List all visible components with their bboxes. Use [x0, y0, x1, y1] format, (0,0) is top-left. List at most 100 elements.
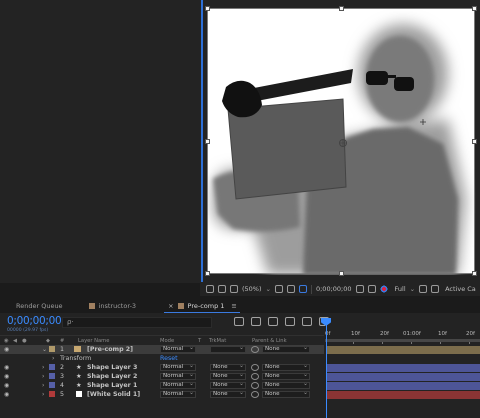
chevron-right-icon[interactable]: ⌄	[42, 346, 47, 353]
search-input[interactable]: ρ·	[62, 317, 212, 328]
eye-icon[interactable]: ◉	[4, 391, 9, 398]
chevron-right-icon[interactable]: ›	[52, 355, 55, 362]
parent-dropdown[interactable]: None	[262, 381, 310, 389]
show-snapshot-icon[interactable]	[367, 285, 376, 293]
playhead[interactable]	[326, 321, 327, 418]
layer-duration-bar[interactable]	[327, 373, 480, 381]
star-icon: ★	[76, 382, 82, 389]
viewer-timecode[interactable]: 0;00;00;00	[316, 285, 352, 293]
trkmat-dropdown[interactable]: None	[210, 372, 246, 380]
eye-icon[interactable]: ◉	[4, 382, 9, 389]
layer-duration-bar[interactable]	[327, 391, 480, 399]
layer-name[interactable]: Shape Layer 1	[87, 382, 137, 389]
transform-handle[interactable]	[339, 6, 344, 11]
transform-handle[interactable]	[205, 271, 210, 276]
layer-row[interactable]: ◉ › 4 ★ Shape Layer 1 Normal None None	[0, 381, 324, 390]
parent-spiral-icon[interactable]	[251, 346, 259, 353]
mode-dropdown[interactable]: Normal	[160, 381, 196, 389]
layer-duration-bar[interactable]	[327, 382, 480, 390]
transform-handle[interactable]	[472, 6, 477, 11]
layer-number: 5	[60, 391, 65, 398]
draft-3d-icon[interactable]	[251, 317, 261, 326]
transform-handle[interactable]	[472, 271, 477, 276]
transform-handle[interactable]	[339, 271, 344, 276]
comp-flowchart-icon[interactable]	[234, 317, 244, 326]
label-color[interactable]	[49, 364, 55, 370]
transparency-grid-icon[interactable]	[431, 285, 440, 293]
ruler-tick-label: 10f	[438, 331, 447, 337]
fast-previews-icon[interactable]	[419, 285, 428, 293]
ruler-tick-label: 20f	[466, 331, 475, 337]
mode-dropdown[interactable]: Normal	[160, 345, 196, 353]
parent-spiral-icon[interactable]	[251, 373, 259, 380]
label-color[interactable]	[49, 391, 55, 397]
mode-dropdown[interactable]: Normal	[160, 390, 196, 398]
layer-name[interactable]: Shape Layer 3	[87, 364, 137, 371]
parent-dropdown[interactable]: None	[262, 372, 310, 380]
close-icon[interactable]: ×	[168, 302, 173, 310]
layer-number: 3	[60, 373, 65, 380]
trkmat-dropdown[interactable]: None	[210, 381, 246, 389]
frame-blending-icon[interactable]	[285, 317, 295, 326]
layer-name[interactable]: Shape Layer 2	[87, 373, 137, 380]
parent-spiral-icon[interactable]	[251, 391, 259, 398]
tab-render-queue[interactable]: Render Queue	[0, 299, 71, 313]
shy-icon[interactable]	[268, 317, 278, 326]
parent-dropdown[interactable]: None	[262, 390, 310, 398]
col-layer-name[interactable]: Layer Name	[78, 338, 109, 344]
eye-icon[interactable]: ◉	[4, 373, 9, 380]
reset-link[interactable]: Reset	[160, 355, 178, 362]
current-time-display[interactable]: 0;00;00;00 00000 (29.97 fps)	[0, 313, 62, 335]
tab-instructor-3[interactable]: instructor-3	[81, 299, 145, 313]
layer-name[interactable]: [White Solid 1]	[87, 391, 140, 398]
composition-canvas[interactable]	[205, 6, 477, 276]
parent-spiral-icon[interactable]	[251, 364, 259, 371]
region-of-interest-icon[interactable]	[298, 285, 307, 293]
layer-row[interactable]: ◉ ⌄ 1 [Pre-comp 2] Normal None	[0, 345, 324, 354]
composition-viewer[interactable]	[0, 0, 480, 283]
current-timecode[interactable]: 0;00;00;00	[7, 315, 62, 327]
mask-visibility-icon[interactable]	[286, 285, 295, 293]
resolution-dropdown[interactable]: Full	[395, 285, 406, 293]
panel-menu-icon[interactable]: ≡	[231, 302, 237, 310]
layer-duration-bar[interactable]	[327, 364, 480, 372]
parent-dropdown[interactable]: None	[262, 363, 310, 371]
camera-icon[interactable]	[355, 285, 364, 293]
eye-icon[interactable]: ◉	[4, 364, 9, 371]
chevron-right-icon[interactable]: ›	[42, 364, 44, 371]
grid-icon[interactable]	[218, 285, 226, 293]
transform-handle[interactable]	[205, 6, 210, 11]
mode-dropdown[interactable]: Normal	[160, 363, 196, 371]
active-camera-dropdown[interactable]: Active Ca	[445, 285, 476, 293]
col-num: #	[60, 338, 65, 344]
layer-name[interactable]: [Pre-comp 2]	[87, 346, 133, 353]
zoom-dropdown[interactable]: (50%)	[242, 285, 262, 293]
trkmat-dropdown[interactable]: None	[210, 390, 246, 398]
transform-handle[interactable]	[472, 139, 477, 144]
glasses-icon[interactable]	[230, 285, 238, 293]
layer-row[interactable]: ◉ › 5 [White Solid 1] Normal None None	[0, 390, 324, 399]
chevron-right-icon[interactable]: ›	[42, 391, 44, 398]
layer-row[interactable]: ◉ › 3 ★ Shape Layer 2 Normal None None	[0, 372, 324, 381]
layer-row[interactable]: ◉ › 2 ★ Shape Layer 3 Normal None None	[0, 363, 324, 372]
parent-spiral-icon[interactable]	[251, 382, 259, 389]
transform-row[interactable]: › Transform Reset	[0, 354, 324, 363]
trkmat-dropdown[interactable]: None	[210, 363, 246, 371]
motion-blur-icon[interactable]	[302, 317, 312, 326]
safe-margins-icon[interactable]	[274, 285, 283, 293]
label-color[interactable]	[49, 382, 55, 388]
layer-duration-bar[interactable]	[327, 346, 480, 354]
eye-icon[interactable]: ◉	[4, 346, 9, 353]
always-preview-icon[interactable]	[206, 285, 214, 293]
transform-handle[interactable]	[205, 139, 210, 144]
tab-pre-comp-1[interactable]: × Pre-comp 1 ≡	[158, 299, 246, 313]
trkmat-dropdown[interactable]	[210, 345, 246, 353]
parent-dropdown[interactable]: None	[262, 345, 310, 353]
chevron-right-icon[interactable]: ›	[42, 382, 44, 389]
label-color[interactable]	[49, 346, 55, 352]
label-color[interactable]	[49, 373, 55, 379]
color-channel-icon[interactable]	[379, 285, 388, 293]
work-area-bar[interactable]	[325, 339, 480, 342]
mode-dropdown[interactable]: Normal	[160, 372, 196, 380]
chevron-right-icon[interactable]: ›	[42, 373, 44, 380]
